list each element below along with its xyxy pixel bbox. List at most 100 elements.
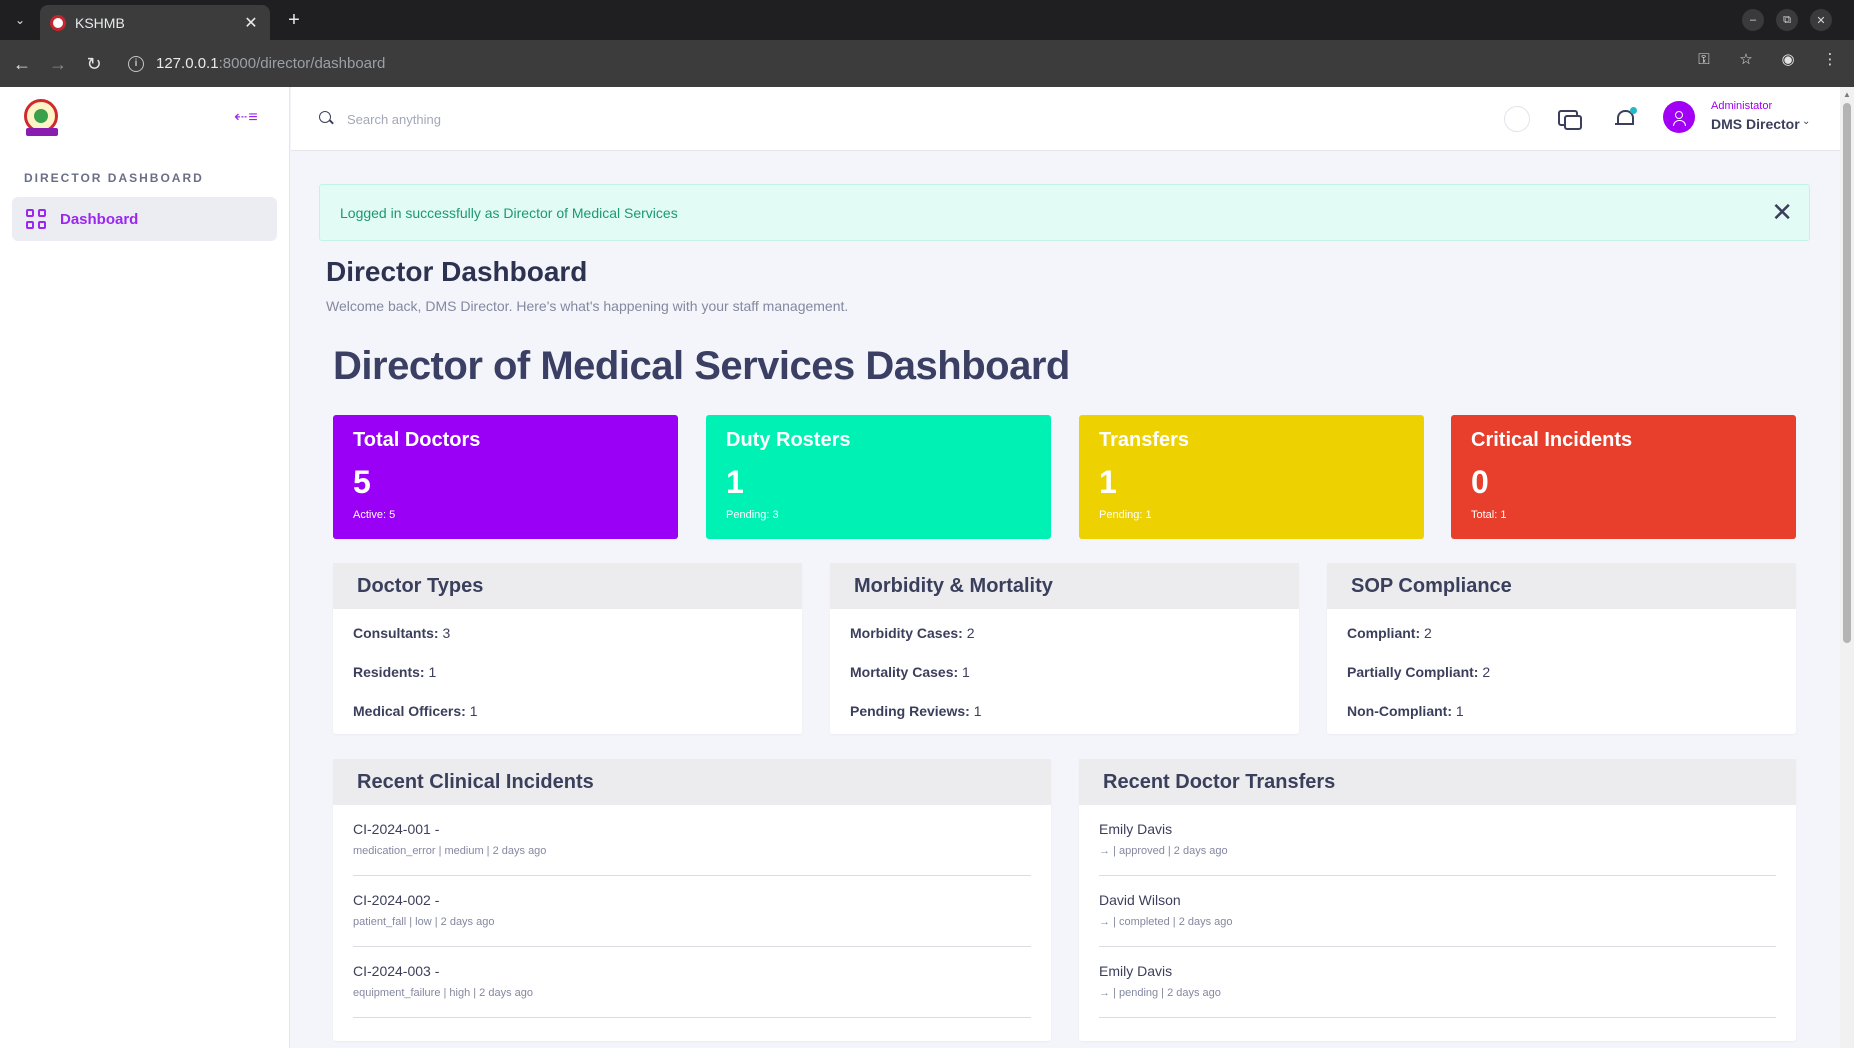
stat-value: 5 [353,464,371,500]
page-title: Director Dashboard [326,256,588,287]
chevron-down-icon[interactable]: ⌄ [1802,116,1810,127]
url-host: 127.0.0.1 [156,55,219,72]
panel-row: Morbidity Cases: 2 [850,625,975,641]
sidebar-toggle-icon[interactable]: ⇠≡ [234,107,259,127]
page-subtitle: Welcome back, DMS Director. Here's what'… [326,298,849,314]
sidebar-item-label: Dashboard [60,210,139,228]
tab-title: KSHMB [75,14,125,31]
tab-search-button[interactable]: ⌄ [8,8,32,32]
stat-subtext: Pending: 1 [1099,509,1152,521]
stat-subtext: Total: 1 [1471,509,1507,521]
incident-id: CI-2024-002 - [353,892,440,908]
stat-card-critical-incidents[interactable]: Critical Incidents 0 Total: 1 [1451,415,1796,539]
list-item[interactable]: David Wilson → | completed | 2 days ago [1099,876,1776,947]
messages-icon[interactable] [1555,105,1583,133]
incident-meta: patient_fall | low | 2 days ago [353,916,495,928]
user-name[interactable]: DMS Director [1711,116,1800,132]
stat-title: Transfers [1099,429,1190,451]
stat-value: 1 [1099,464,1117,500]
transfer-meta: → | approved | 2 days ago [1099,845,1228,857]
logo-banner [26,128,58,136]
window-close-button[interactable]: ✕ [1810,9,1832,31]
search-input[interactable] [347,107,747,131]
scrollbar-thumb[interactable] [1843,103,1851,643]
alert-message: Logged in successfully as Director of Me… [340,205,678,221]
stat-title: Critical Incidents [1471,429,1633,451]
minimize-button[interactable]: – [1742,9,1764,31]
stat-card-transfers[interactable]: Transfers 1 Pending: 1 [1079,415,1424,539]
stat-subtext: Active: 5 [353,509,396,521]
reload-button[interactable]: ↻ [82,52,106,76]
morbidity-mortality-panel: Morbidity & Mortality Morbidity Cases: 2… [830,563,1299,734]
recent-incidents-panel: Recent Clinical Incidents CI-2024-001 - … [333,759,1051,1041]
favicon-icon [50,14,66,31]
incident-meta: medication_error | medium | 2 days ago [353,845,547,857]
search-icon [319,111,331,123]
list-item[interactable]: CI-2024-003 - equipment_failure | high |… [353,947,1031,1018]
panel-row: Residents: 1 [353,664,437,680]
stat-value: 0 [1471,464,1489,500]
password-key-icon[interactable]: ⚿ [1694,50,1714,70]
address-bar[interactable]: i 127.0.0.1:8000/director/dashboard [120,46,1720,81]
stat-subtext: Pending: 3 [726,509,779,521]
restore-button[interactable]: ⧉ [1776,9,1798,31]
incident-id: CI-2024-003 - [353,963,440,979]
browser-tabstrip: ⌄ KSHMB ✕ + – ⧉ ✕ [0,0,1854,40]
dashboard-title: Director of Medical Services Dashboard [333,344,1070,388]
user-icon [1673,111,1686,126]
browser-tab[interactable]: KSHMB ✕ [40,5,270,40]
tab-close-icon[interactable]: ✕ [242,13,260,33]
recent-transfers-panel: Recent Doctor Transfers Emily Davis → | … [1079,759,1796,1041]
incident-id: CI-2024-001 - [353,821,440,837]
user-role: Administator [1711,100,1773,112]
panel-title: Morbidity & Mortality [830,563,1299,609]
sidebar-item-dashboard[interactable]: Dashboard [12,197,277,241]
browser-toolbar: ← → ↻ i 127.0.0.1:8000/director/dashboar… [0,40,1854,87]
browser-menu-icon[interactable]: ⋮ [1820,50,1840,70]
back-button[interactable]: ← [10,52,34,76]
doctor-name: Emily Davis [1099,963,1173,979]
panel-title: SOP Compliance [1327,563,1796,609]
incident-meta: equipment_failure | high | 2 days ago [353,987,534,999]
transfer-meta: → | pending | 2 days ago [1099,987,1221,999]
toolbar-actions: ⚿ ☆ ◉ ⋮ [1694,50,1840,70]
success-alert: Logged in successfully as Director of Me… [319,184,1810,241]
doctor-name: David Wilson [1099,892,1181,908]
panel-row: Partially Compliant: 2 [1347,664,1491,680]
panel-title: Recent Doctor Transfers [1079,759,1796,805]
forward-button[interactable]: → [46,52,70,76]
doctor-name: Emily Davis [1099,821,1173,837]
top-header: Administator DMS Director ⌄ [291,87,1840,151]
panel-row: Non-Compliant: 1 [1347,703,1464,719]
list-item[interactable]: Emily Davis → | approved | 2 days ago [1099,805,1776,876]
list-item[interactable]: Emily Davis → | pending | 2 days ago [1099,947,1776,1018]
stat-card-duty-rosters[interactable]: Duty Rosters 1 Pending: 3 [706,415,1051,539]
notification-dot [1630,107,1637,114]
panel-title: Recent Clinical Incidents [333,759,1051,805]
list-item[interactable]: CI-2024-002 - patient_fall | low | 2 day… [353,876,1031,947]
doctor-types-panel: Doctor Types Consultants: 3 Residents: 1… [333,563,802,734]
panel-row: Compliant: 2 [1347,625,1432,641]
panel-title: Doctor Types [333,563,802,609]
user-avatar[interactable] [1663,101,1695,133]
new-tab-button[interactable]: + [282,8,306,32]
stat-card-total-doctors[interactable]: Total Doctors 5 Active: 5 [333,415,678,539]
list-item[interactable]: CI-2024-001 - medication_error | medium … [353,805,1031,876]
panel-row: Pending Reviews: 1 [850,703,982,719]
panel-row: Medical Officers: 1 [353,703,478,719]
theme-toggle-button[interactable] [1504,106,1530,132]
window-controls: – ⧉ ✕ [1742,9,1832,31]
stat-value: 1 [726,464,744,500]
page-scrollbar[interactable]: ▲ [1840,87,1854,1048]
sidebar: ⇠≡ DIRECTOR DASHBOARD Dashboard [0,87,290,1048]
stat-title: Duty Rosters [726,429,851,451]
profile-icon[interactable]: ◉ [1778,50,1798,70]
bookmark-star-icon[interactable]: ☆ [1736,50,1756,70]
transfer-meta: → | completed | 2 days ago [1099,916,1233,928]
scroll-up-icon[interactable]: ▲ [1843,90,1851,99]
alert-close-icon[interactable]: ✕ [1771,197,1793,227]
site-info-icon[interactable]: i [128,55,144,72]
panel-row: Consultants: 3 [353,625,451,641]
sidebar-heading: DIRECTOR DASHBOARD [24,171,204,185]
url-path: :8000/director/dashboard [218,55,386,72]
